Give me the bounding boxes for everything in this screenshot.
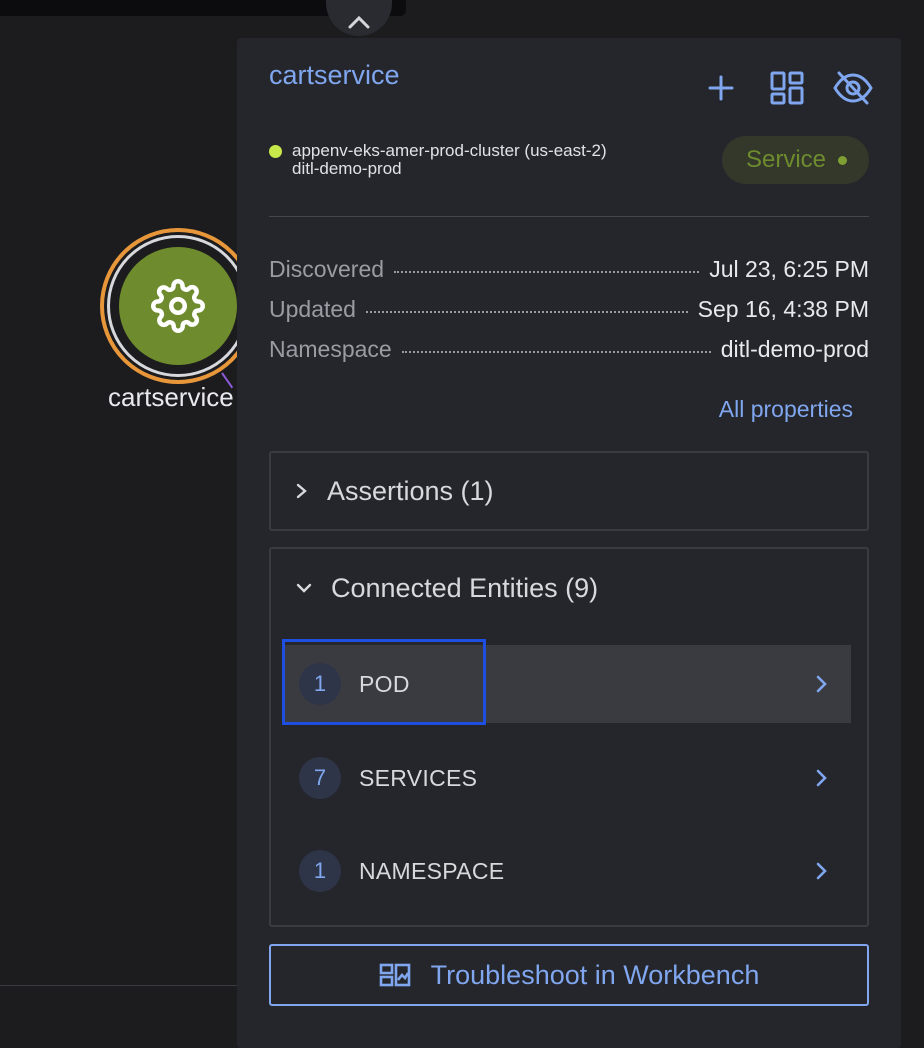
header-divider bbox=[269, 216, 869, 217]
workbench-icon bbox=[379, 963, 410, 987]
badge-label: Service bbox=[745, 146, 826, 173]
dotted-leader bbox=[401, 351, 711, 353]
all-properties-link[interactable]: All properties bbox=[719, 396, 853, 423]
property-value: ditl-demo-prod bbox=[720, 336, 869, 362]
add-button[interactable] bbox=[701, 68, 741, 108]
collapse-panel-button[interactable] bbox=[326, 0, 392, 36]
panel-actions bbox=[701, 68, 873, 108]
assertions-section: Assertions (1) bbox=[269, 451, 869, 531]
property-row: Discovered Jul 23, 6:25 PM bbox=[269, 256, 869, 296]
entity-row-services[interactable]: 7 SERVICES bbox=[283, 739, 851, 817]
badge-status-dot bbox=[838, 155, 847, 165]
chevron-down-icon bbox=[296, 583, 312, 593]
cluster-name: appenv-eks-amer-prod-cluster (us-east-2) bbox=[292, 141, 607, 160]
dashboard-icon bbox=[770, 71, 804, 105]
property-key: Namespace bbox=[269, 336, 392, 362]
chevron-right-icon bbox=[815, 768, 829, 788]
dotted-leader bbox=[365, 311, 688, 313]
assertions-toggle[interactable]: Assertions (1) bbox=[295, 453, 494, 529]
node-body bbox=[119, 247, 237, 365]
entity-count: 1 bbox=[299, 850, 341, 892]
entity-label: POD bbox=[359, 670, 410, 697]
cluster-status-dot bbox=[269, 144, 282, 158]
property-row: Namespace ditl-demo-prod bbox=[269, 336, 869, 376]
gear-icon bbox=[151, 279, 205, 333]
property-key: Discovered bbox=[269, 256, 385, 282]
chevron-right-icon bbox=[296, 483, 307, 499]
chevron-right-icon bbox=[815, 674, 829, 694]
cluster-info: appenv-eks-amer-prod-cluster (us-east-2)… bbox=[269, 142, 607, 178]
chevron-up-icon bbox=[348, 15, 370, 29]
canvas-divider bbox=[0, 985, 240, 986]
connected-entities-section: Connected Entities (9) 1 POD 7 SERVICES … bbox=[269, 547, 869, 927]
chevron-right-icon bbox=[815, 861, 829, 881]
entity-row-pod[interactable]: 1 POD bbox=[282, 639, 851, 725]
properties-list: Discovered Jul 23, 6:25 PM Updated Sep 1… bbox=[269, 256, 869, 376]
property-key: Updated bbox=[269, 296, 356, 322]
property-value: Jul 23, 6:25 PM bbox=[709, 256, 869, 282]
entity-details-panel: cartservice appenv-eks-amer-prod-cluster… bbox=[237, 38, 901, 1048]
connected-entities-label: Connected Entities (9) bbox=[331, 572, 599, 603]
eye-off-icon bbox=[833, 71, 873, 105]
entity-label: NAMESPACE bbox=[359, 857, 505, 884]
entity-count: 1 bbox=[299, 663, 341, 705]
topology-node-cartservice[interactable] bbox=[100, 228, 256, 384]
property-value: Sep 16, 4:38 PM bbox=[697, 296, 869, 322]
dashboard-button[interactable] bbox=[767, 68, 807, 108]
panel-title[interactable]: cartservice bbox=[269, 60, 400, 91]
cluster-namespace: ditl-demo-prod bbox=[292, 159, 402, 178]
node-label: cartservice bbox=[108, 382, 234, 412]
connected-entities-toggle[interactable]: Connected Entities (9) bbox=[295, 551, 598, 625]
plus-icon bbox=[708, 75, 734, 101]
troubleshoot-label: Troubleshoot in Workbench bbox=[430, 959, 760, 990]
entity-type-badge: Service bbox=[721, 136, 869, 184]
troubleshoot-workbench-button[interactable]: Troubleshoot in Workbench bbox=[269, 944, 869, 1006]
dotted-leader bbox=[394, 271, 700, 273]
property-row: Updated Sep 16, 4:38 PM bbox=[269, 296, 869, 336]
hide-button[interactable] bbox=[833, 68, 873, 108]
assertions-label: Assertions (1) bbox=[327, 475, 494, 506]
entity-count: 7 bbox=[299, 757, 341, 799]
entity-row-namespace[interactable]: 1 NAMESPACE bbox=[283, 832, 851, 910]
entity-label: SERVICES bbox=[359, 764, 478, 791]
